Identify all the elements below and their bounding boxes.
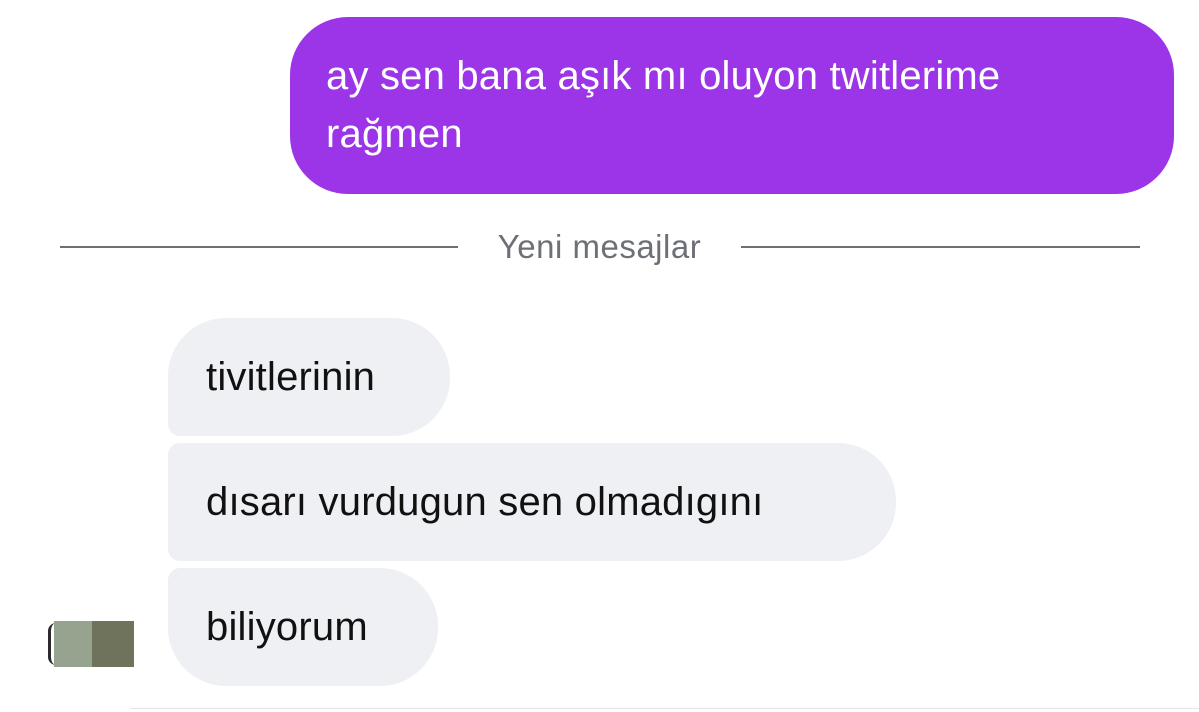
new-messages-divider: Yeni mesajlar xyxy=(60,222,1140,272)
avatar-pixel-block xyxy=(54,621,92,667)
divider-line-right xyxy=(741,246,1140,248)
received-message-bubble[interactable]: biliyorum xyxy=(168,568,438,686)
bottom-divider xyxy=(130,708,1199,709)
blurred-profile-avatar-icon[interactable] xyxy=(48,621,134,667)
received-message-bubble[interactable]: tivitlerinin xyxy=(168,318,450,436)
received-message-bubble[interactable]: dısarı vurdugun sen olmadıgını xyxy=(168,443,896,561)
avatar-pixel-block xyxy=(92,621,134,667)
chat-thread: ay sen bana aşık mı oluyon twitlerime ra… xyxy=(0,0,1199,712)
sent-message-bubble[interactable]: ay sen bana aşık mı oluyon twitlerime ra… xyxy=(290,17,1174,194)
new-messages-label: Yeni mesajlar xyxy=(497,228,702,265)
divider-line-left xyxy=(60,246,458,248)
